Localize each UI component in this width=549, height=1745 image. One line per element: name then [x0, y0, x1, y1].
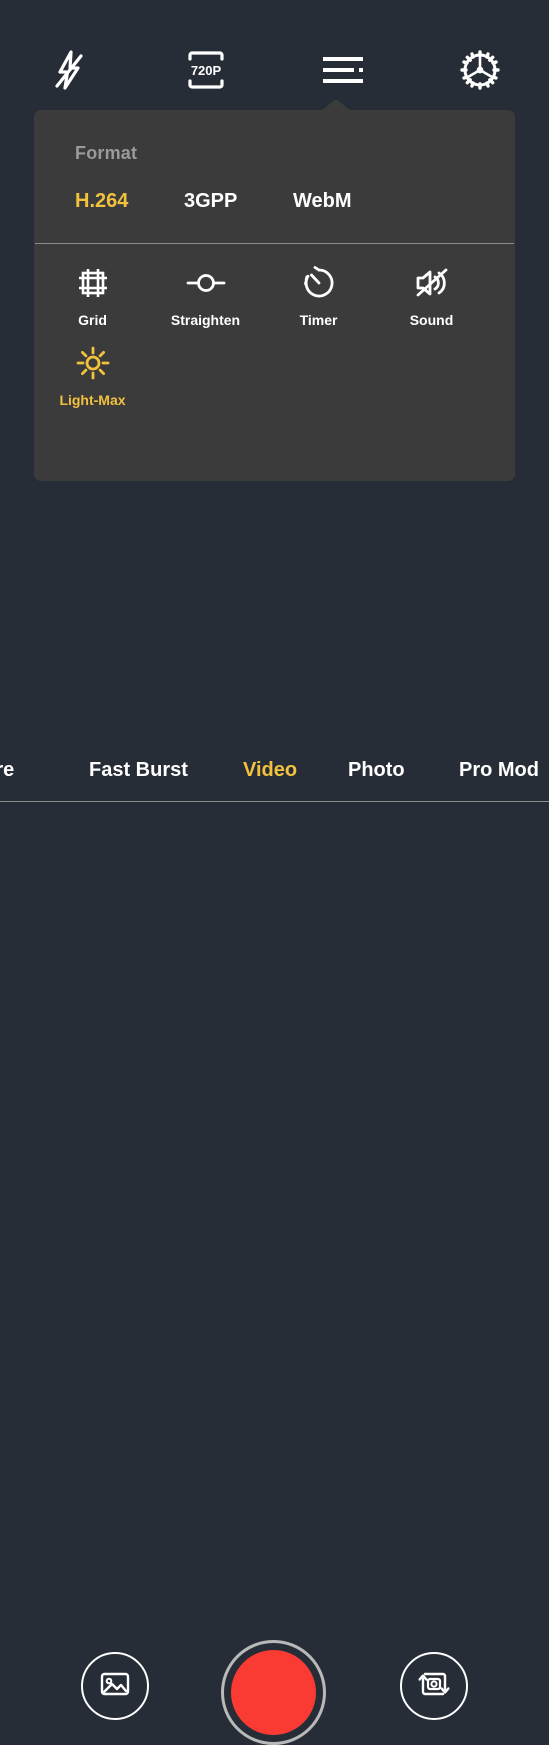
mode-video[interactable]: Video	[243, 759, 297, 782]
resolution-button[interactable]: 720P	[137, 38, 274, 102]
format-options: H.264 3GPP WebM	[75, 190, 475, 213]
toggle-grid-label: Grid	[78, 312, 107, 328]
format-option-webm[interactable]: WebM	[293, 190, 413, 213]
menu-icon	[317, 50, 369, 90]
toggle-straighten[interactable]: Straighten	[151, 262, 260, 328]
gallery-icon	[97, 1666, 133, 1707]
gallery-button[interactable]	[81, 1652, 149, 1720]
grid-icon	[75, 262, 111, 304]
mode-fast-burst[interactable]: Fast Burst	[89, 759, 188, 782]
record-button[interactable]	[221, 1640, 326, 1745]
flash-off-button[interactable]	[0, 38, 137, 102]
menu-button[interactable]	[275, 38, 412, 102]
panel-divider	[35, 243, 514, 244]
settings-panel: Format H.264 3GPP WebM Grid Straighten T…	[34, 110, 515, 481]
straighten-icon	[184, 262, 228, 304]
mode-square[interactable]: uare	[0, 759, 14, 782]
toggle-light-max[interactable]: Light-Max	[38, 342, 147, 408]
mode-carousel[interactable]: uare Fast Burst Video Photo Pro Mod	[0, 748, 549, 794]
switch-camera-button[interactable]	[400, 1652, 468, 1720]
sound-off-icon	[412, 262, 452, 304]
mode-pro-mode[interactable]: Pro Mod	[459, 759, 539, 782]
toggle-timer-label: Timer	[299, 312, 338, 328]
record-button-inner	[228, 1647, 319, 1738]
settings-button[interactable]	[412, 38, 549, 102]
gear-icon	[456, 46, 504, 94]
toggle-grid[interactable]: Grid	[38, 262, 147, 328]
resolution-icon: 720P	[178, 48, 234, 92]
svg-text:720P: 720P	[191, 63, 222, 78]
toggle-light-max-label: Light-Max	[59, 392, 126, 408]
mode-photo[interactable]: Photo	[348, 759, 405, 782]
capture-bar	[0, 802, 549, 1745]
toggle-grid-container: Grid Straighten Timer Sound Light-Max	[34, 262, 515, 422]
camera-screen: 720P Format H.264 3GPP WebM Grid Straigh…	[0, 0, 549, 1745]
format-label: Format	[75, 143, 138, 163]
camera-switch-icon	[415, 1665, 453, 1708]
timer-icon	[301, 262, 337, 304]
format-option-h264[interactable]: H.264	[75, 190, 184, 213]
sun-icon	[75, 342, 111, 384]
toggle-sound-label: Sound	[409, 312, 454, 328]
flash-off-icon	[45, 46, 93, 94]
top-toolbar: 720P	[0, 38, 549, 102]
toggle-straighten-label: Straighten	[170, 312, 241, 328]
toggle-timer[interactable]: Timer	[264, 262, 373, 328]
format-option-3gpp[interactable]: 3GPP	[184, 190, 293, 213]
toggle-sound[interactable]: Sound	[377, 262, 486, 328]
